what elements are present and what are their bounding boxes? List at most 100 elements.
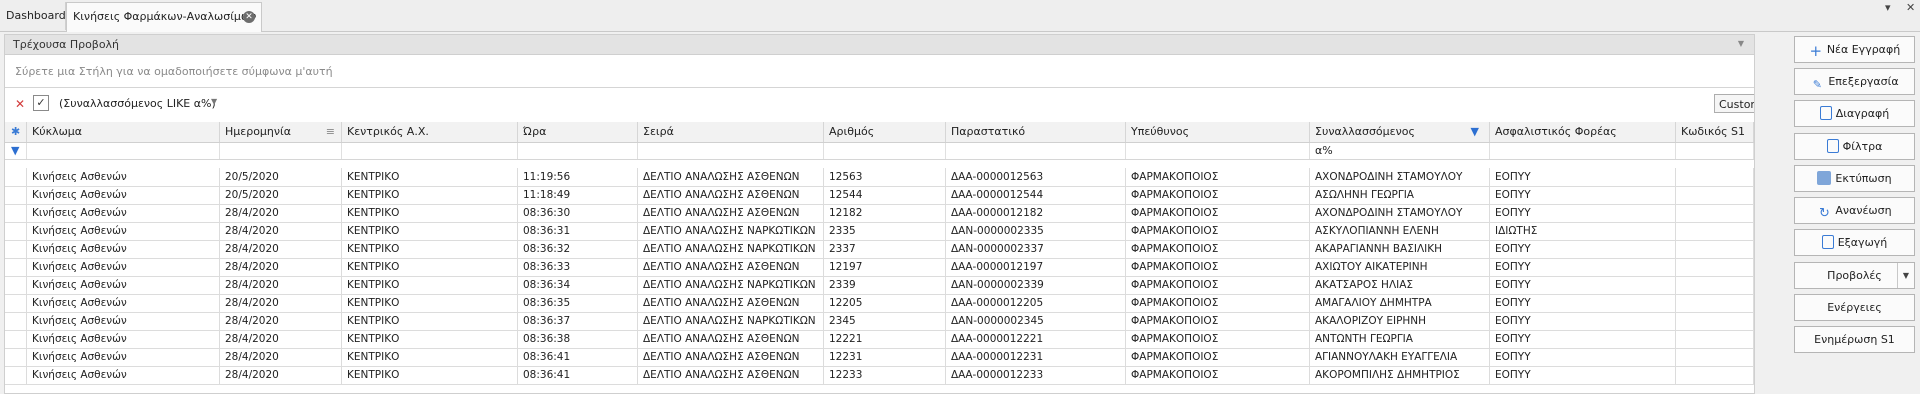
- table-cell[interactable]: [1676, 204, 1754, 222]
- table-row[interactable]: Κινήσεις Ασθενών 28/4/2020 ΚΕΝΤΡΙΚΟ 08:36:3…: [5, 222, 1754, 241]
- table-cell[interactable]: ΑΚΑΛΟΡΙΖΟΥ ΕΙΡΗΝΗ: [1310, 312, 1490, 330]
- table-cell[interactable]: ΦΑΡΜΑΚΟΠΟΙΟΣ: [1126, 330, 1310, 348]
- table-cell[interactable]: ΚΕΝΤΡΙΚΟ: [342, 366, 518, 384]
- table-cell[interactable]: ΑΣΚΥΛΟΠΙΑΝΝΗ ΕΛΕΝΗ: [1310, 222, 1490, 240]
- table-cell[interactable]: 28/4/2020: [220, 276, 342, 294]
- table-cell[interactable]: ΔΕΛΤΙΟ ΑΝΑΛΩΣΗΣ ΑΣΘΕΝΩΝ: [638, 168, 824, 186]
- table-cell[interactable]: 20/5/2020: [220, 186, 342, 204]
- column-header[interactable]: Υπεύθυνος: [1126, 122, 1310, 142]
- column-header[interactable]: Ώρα: [518, 122, 638, 142]
- table-cell[interactable]: ΑΚΟΡΟΜΠΙΛΗΣ ΔΗΜΗΤΡΙΟΣ: [1310, 366, 1490, 384]
- row-indicator[interactable]: [5, 294, 27, 312]
- column-header[interactable]: Κεντρικός Α.Χ.: [342, 122, 518, 142]
- table-cell[interactable]: Κινήσεις Ασθενών: [27, 366, 220, 384]
- table-cell[interactable]: ΦΑΡΜΑΚΟΠΟΙΟΣ: [1126, 186, 1310, 204]
- column-header[interactable]: Κωδικός S1: [1676, 122, 1754, 142]
- filter-cell[interactable]: [342, 143, 518, 159]
- table-cell[interactable]: ΦΑΡΜΑΚΟΠΟΙΟΣ: [1126, 204, 1310, 222]
- table-cell[interactable]: 2339: [824, 276, 946, 294]
- actions-button[interactable]: Ενέργειες: [1794, 294, 1915, 321]
- table-cell[interactable]: ΚΕΝΤΡΙΚΟ: [342, 330, 518, 348]
- table-cell[interactable]: 28/4/2020: [220, 240, 342, 258]
- filter-cell[interactable]: [1126, 143, 1310, 159]
- table-row[interactable]: Κινήσεις Ασθενών 28/4/2020 ΚΕΝΤΡΙΚΟ 08:36:4…: [5, 366, 1754, 385]
- table-cell[interactable]: ΔΑΑ-0000012544: [946, 186, 1126, 204]
- close-icon[interactable]: ✕: [1906, 1, 1915, 14]
- table-cell[interactable]: [1676, 366, 1754, 384]
- new-record-button[interactable]: + Νέα Εγγραφή: [1794, 36, 1915, 63]
- filter-cell[interactable]: [518, 143, 638, 159]
- filter-icon[interactable]: ▼: [1471, 122, 1479, 142]
- table-cell[interactable]: ΦΑΡΜΑΚΟΠΟΙΟΣ: [1126, 276, 1310, 294]
- table-cell[interactable]: ΑΚΑΡΑΓΙΑΝΝΗ ΒΑΣΙΛΙΚΗ: [1310, 240, 1490, 258]
- table-cell[interactable]: ΕΟΠΥΥ: [1490, 294, 1676, 312]
- column-header[interactable]: Ημερομηνία ≡: [220, 122, 342, 142]
- table-cell[interactable]: 28/4/2020: [220, 204, 342, 222]
- row-indicator[interactable]: [5, 330, 27, 348]
- table-cell[interactable]: ΔΕΛΤΙΟ ΑΝΑΛΩΣΗΣ ΝΑΡΚΩΤΙΚΩΝ: [638, 276, 824, 294]
- table-cell[interactable]: ΦΑΡΜΑΚΟΠΟΙΟΣ: [1126, 222, 1310, 240]
- table-cell[interactable]: ΔΕΛΤΙΟ ΑΝΑΛΩΣΗΣ ΑΣΘΕΝΩΝ: [638, 186, 824, 204]
- table-cell[interactable]: Κινήσεις Ασθενών: [27, 222, 220, 240]
- table-cell[interactable]: 2337: [824, 240, 946, 258]
- table-cell[interactable]: 2345: [824, 312, 946, 330]
- table-cell[interactable]: ΔΕΛΤΙΟ ΑΝΑΛΩΣΗΣ ΑΣΘΕΝΩΝ: [638, 204, 824, 222]
- table-cell[interactable]: ΚΕΝΤΡΙΚΟ: [342, 168, 518, 186]
- table-cell[interactable]: ΑΚΑΤΣΑΡΟΣ ΗΛΙΑΣ: [1310, 276, 1490, 294]
- table-cell[interactable]: 08:36:34: [518, 276, 638, 294]
- column-header[interactable]: Παραστατικό: [946, 122, 1126, 142]
- table-cell[interactable]: Κινήσεις Ασθενών: [27, 258, 220, 276]
- table-cell[interactable]: 28/4/2020: [220, 330, 342, 348]
- table-cell[interactable]: ΔΑΑ-0000012563: [946, 168, 1126, 186]
- table-cell[interactable]: ΦΑΡΜΑΚΟΠΟΙΟΣ: [1126, 366, 1310, 384]
- table-cell[interactable]: 08:36:31: [518, 222, 638, 240]
- table-cell[interactable]: 11:18:49: [518, 186, 638, 204]
- column-header[interactable]: Κύκλωμα: [27, 122, 220, 142]
- table-cell[interactable]: ΦΑΡΜΑΚΟΠΟΙΟΣ: [1126, 312, 1310, 330]
- group-by-panel[interactable]: Σύρετε μια Στήλη για να ομαδοποιήσετε σύ…: [5, 55, 1754, 88]
- clear-filter-icon[interactable]: ✕: [15, 97, 25, 111]
- row-indicator[interactable]: [5, 186, 27, 204]
- table-cell[interactable]: ΦΑΡΜΑΚΟΠΟΙΟΣ: [1126, 240, 1310, 258]
- chevron-down-icon[interactable]: ▾: [1885, 1, 1891, 14]
- table-cell[interactable]: ΦΑΡΜΑΚΟΠΟΙΟΣ: [1126, 294, 1310, 312]
- table-cell[interactable]: 12544: [824, 186, 946, 204]
- filter-cell[interactable]: [27, 143, 220, 159]
- table-cell[interactable]: ΚΕΝΤΡΙΚΟ: [342, 240, 518, 258]
- table-cell[interactable]: ΑΜΑΓΑΛΙΟΥ ΔΗΜΗΤΡΑ: [1310, 294, 1490, 312]
- table-cell[interactable]: [1676, 276, 1754, 294]
- filter-cell[interactable]: [1676, 143, 1754, 159]
- table-row[interactable]: Κινήσεις Ασθενών 28/4/2020 ΚΕΝΤΡΙΚΟ 08:36:3…: [5, 294, 1754, 313]
- table-cell[interactable]: Κινήσεις Ασθενών: [27, 330, 220, 348]
- table-cell[interactable]: ΕΟΠΥΥ: [1490, 276, 1676, 294]
- table-cell[interactable]: ΕΟΠΥΥ: [1490, 330, 1676, 348]
- table-cell[interactable]: ΔΑΝ-0000002337: [946, 240, 1126, 258]
- table-cell[interactable]: 08:36:30: [518, 204, 638, 222]
- column-header[interactable]: Σειρά: [638, 122, 824, 142]
- row-indicator[interactable]: [5, 222, 27, 240]
- table-cell[interactable]: ΔΕΛΤΙΟ ΑΝΑΛΩΣΗΣ ΑΣΘΕΝΩΝ: [638, 366, 824, 384]
- close-icon[interactable]: ✕: [243, 11, 255, 23]
- table-cell[interactable]: 2335: [824, 222, 946, 240]
- table-cell[interactable]: ΔΑΑ-0000012221: [946, 330, 1126, 348]
- table-cell[interactable]: [1676, 312, 1754, 330]
- table-cell[interactable]: [1676, 186, 1754, 204]
- table-cell[interactable]: [1676, 168, 1754, 186]
- table-cell[interactable]: Κινήσεις Ασθενών: [27, 294, 220, 312]
- row-indicator[interactable]: [5, 366, 27, 384]
- filter-enabled-checkbox[interactable]: ✓: [33, 95, 49, 111]
- table-cell[interactable]: ΦΑΡΜΑΚΟΠΟΙΟΣ: [1126, 258, 1310, 276]
- table-cell[interactable]: ΑΧΟΝΔΡΟΔΙΝΗ ΣΤΑΜΟΥΛΟΥ: [1310, 204, 1490, 222]
- edit-button[interactable]: ✎ Επεξεργασία: [1794, 68, 1915, 95]
- table-row[interactable]: Κινήσεις Ασθενών 28/4/2020 ΚΕΝΤΡΙΚΟ 08:36:3…: [5, 258, 1754, 277]
- table-cell[interactable]: [1676, 348, 1754, 366]
- table-cell[interactable]: ΔΑΑ-0000012197: [946, 258, 1126, 276]
- views-button[interactable]: Προβολές ▼: [1794, 262, 1915, 289]
- table-cell[interactable]: ΔΑΑ-0000012182: [946, 204, 1126, 222]
- table-row[interactable]: Κινήσεις Ασθενών 20/5/2020 ΚΕΝΤΡΙΚΟ 11:19:5…: [5, 168, 1754, 187]
- table-cell[interactable]: 08:36:35: [518, 294, 638, 312]
- table-cell[interactable]: Κινήσεις Ασθενών: [27, 276, 220, 294]
- row-indicator[interactable]: [5, 276, 27, 294]
- current-view-header[interactable]: Τρέχουσα Προβολή ▼: [5, 35, 1754, 55]
- table-row[interactable]: Κινήσεις Ασθενών 28/4/2020 ΚΕΝΤΡΙΚΟ 08:36:4…: [5, 348, 1754, 367]
